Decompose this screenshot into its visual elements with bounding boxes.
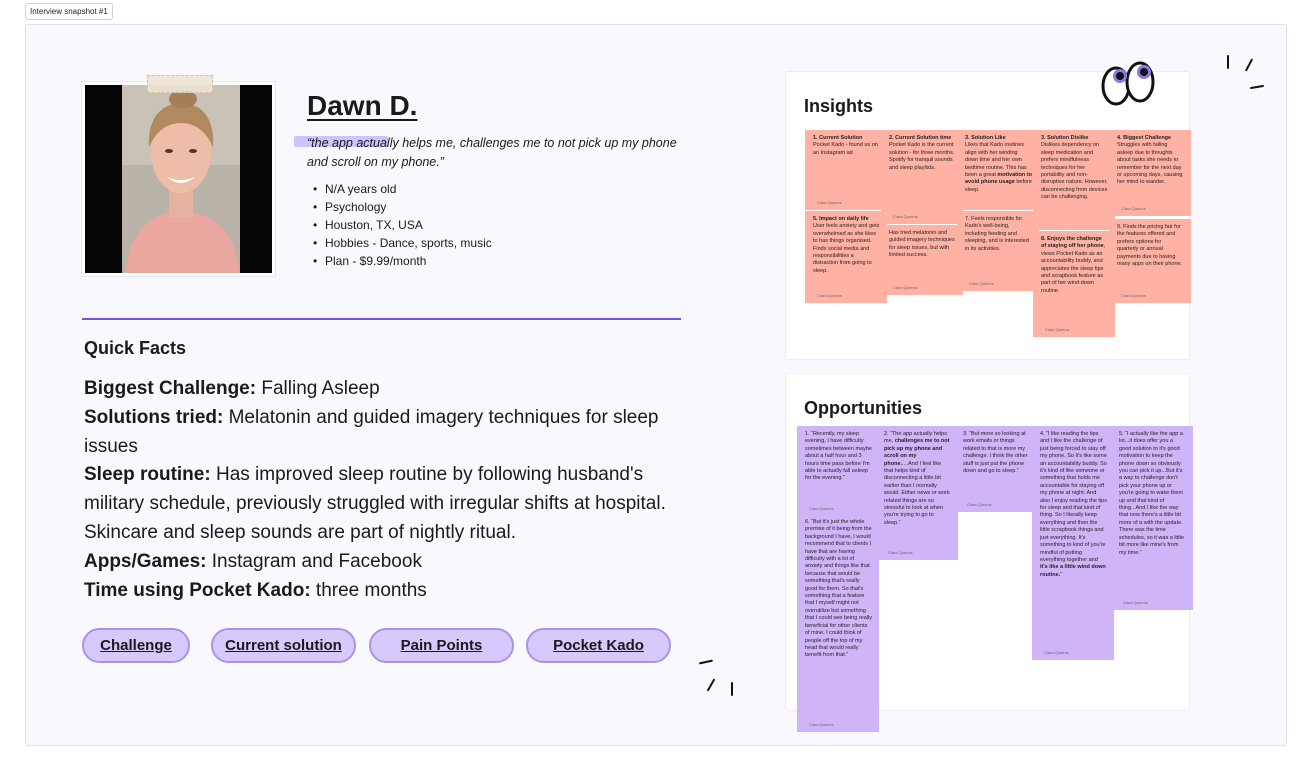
profile-photo: [85, 85, 272, 273]
participant-facts: N/A years old Psychology Houston, TX, US…: [313, 180, 492, 270]
participant-name: Dawn D.: [307, 90, 418, 121]
note-author: Clara Queirós: [967, 501, 992, 507]
note-text: 5. Impact on daily life User feels anxiet…: [813, 216, 880, 274]
frame-label[interactable]: Interview snapshot #1: [25, 3, 113, 20]
note-author: Clara Queirós: [809, 505, 834, 511]
quick-facts-title: Quick Facts: [84, 338, 187, 358]
note-author: Clara Queirós: [1044, 649, 1069, 655]
note-text: 3. Solution Like Likes that Kado routines…: [965, 135, 1032, 193]
fact-location: Houston, TX, USA: [313, 216, 492, 234]
note-author: Clara Queirós: [969, 280, 994, 286]
tape-decoration: [147, 75, 213, 93]
googly-eyes-icon: [1101, 61, 1155, 106]
note-text: 7. Feels responsible for Kado's well-bei…: [965, 216, 1029, 252]
insight-note[interactable]: 3. Solution Like Likes that Kado routines…: [957, 130, 1039, 210]
current-solution-button[interactable]: Current solution: [211, 628, 356, 663]
note-author: Clara Queirós: [888, 549, 913, 555]
detail-solutions-tried: Solutions tried: Melatonin and guided im…: [84, 404, 674, 462]
note-text: 4. Biggest Challenge Struggles with falli…: [1117, 135, 1183, 186]
note-text: 3. “But more so looking at work emails o…: [963, 431, 1028, 475]
insight-note[interactable]: 2. Current Solution time Pocket Kado is t…: [881, 130, 963, 224]
detail-label: Biggest Challenge:: [84, 378, 257, 399]
note-author: Clara Queirós: [1123, 599, 1148, 605]
detail-value: three months: [310, 579, 427, 601]
insight-note[interactable]: 3. Solution Dislike Dislikes dependency o…: [1033, 130, 1115, 230]
pain-points-button[interactable]: Pain Points: [369, 628, 514, 663]
opportunity-note[interactable]: 4. “I like reading the tips and I like t…: [1032, 426, 1114, 660]
detail-label: Sleep routine:: [84, 464, 211, 486]
note-author: Clara Queirós: [817, 292, 842, 298]
fact-occupation: Psychology: [313, 198, 492, 216]
note-text: 1. Current Solution Pocket Kado - found u…: [813, 135, 878, 156]
detail-sleep-routine: Sleep routine: Has improved sleep routin…: [84, 461, 674, 547]
note-text: 2. Current Solution time Pocket Kado is t…: [889, 135, 955, 171]
note-text: 5. “I actually like the app a lot...it d…: [1119, 431, 1185, 556]
sparkle-mark: [1227, 55, 1229, 69]
fact-hobbies: Hobbies - Dance, sports, music: [313, 234, 492, 252]
participant-quote: “the app actually helps me, challenges m…: [307, 136, 677, 169]
opportunity-note[interactable]: 1. “Recently, my sleep evening, I have d…: [797, 426, 879, 516]
detail-value: Instagram and Facebook: [206, 550, 422, 572]
note-text: Has tried melatonin and guided imagery t…: [889, 230, 955, 259]
note-author: Clara Queirós: [893, 213, 918, 219]
detail-time-using: Time using Pocket Kado: three months: [84, 577, 674, 606]
insight-note[interactable]: 5. Impact on daily life User feels anxiet…: [805, 211, 887, 303]
note-author: Clara Queirós: [809, 721, 834, 727]
note-text: 1. “Recently, my sleep evening, I have d…: [805, 431, 872, 482]
opportunity-note[interactable]: 5. “I actually like the app a lot...it d…: [1111, 426, 1193, 610]
detail-value: Falling Asleep: [256, 378, 380, 399]
note-text: 3. Solution Dislike Dislikes dependency o…: [1041, 135, 1108, 201]
note-author: Clara Queirós: [1121, 292, 1146, 298]
opportunity-note[interactable]: 2. “The app actually helps me, challenge…: [876, 426, 958, 560]
fact-plan: Plan - $9.99/month: [313, 252, 492, 270]
opportunity-note[interactable]: 6. “But it's just the whole premise of i…: [797, 514, 879, 732]
insight-note[interactable]: 8. Enjoys the challenge of staying off h…: [1033, 231, 1115, 337]
detail-apps-games: Apps/Games: Instagram and Facebook: [84, 548, 674, 577]
challenge-button[interactable]: Challenge: [82, 628, 190, 663]
quick-facts-details: Biggest Challenge: Falling Asleep Soluti…: [84, 375, 674, 605]
opportunities-title: Opportunities: [804, 398, 922, 418]
insights-title: Insights: [804, 96, 874, 116]
detail-label: Apps/Games:: [84, 550, 207, 572]
opportunity-note[interactable]: 3. “But more so looking at work emails o…: [955, 426, 1037, 512]
insight-note[interactable]: 9. Finds the pricing fair for the featur…: [1109, 219, 1191, 303]
detail-biggest-challenge: Biggest Challenge: Falling Asleep: [84, 375, 674, 404]
insight-note[interactable]: 7. Feels responsible for Kado's well-bei…: [957, 211, 1039, 291]
insight-note[interactable]: Has tried melatonin and guided imagery t…: [881, 225, 963, 295]
note-text: 4. “I like reading the tips and I like t…: [1040, 431, 1107, 578]
note-author: Clara Queirós: [893, 284, 918, 290]
note-text: 2. “The app actually helps me, challenge…: [884, 431, 950, 526]
note-text: 8. Enjoys the challenge of staying off h…: [1041, 236, 1106, 294]
insight-note[interactable]: 1. Current Solution Pocket Kado - found u…: [805, 130, 887, 210]
note-author: Clara Queirós: [817, 199, 842, 205]
person-photo-illustration: [85, 85, 272, 273]
section-divider: [82, 318, 681, 320]
note-author: Clara Queirós: [1045, 326, 1070, 332]
note-text: 6. “But it's just the whole premise of i…: [805, 519, 872, 659]
fact-age: N/A years old: [313, 180, 492, 198]
note-author: Clara Queirós: [1121, 205, 1146, 211]
insight-note[interactable]: 4. Biggest Challenge Struggles with falli…: [1109, 130, 1191, 216]
sparkle-mark: [731, 682, 733, 696]
note-text: 9. Finds the pricing fair for the featur…: [1117, 224, 1183, 268]
pocket-kado-button[interactable]: Pocket Kado: [526, 628, 671, 663]
profile-photo-card: [81, 81, 276, 277]
detail-label: Time using Pocket Kado:: [84, 579, 311, 601]
detail-label: Solutions tried:: [84, 406, 224, 428]
